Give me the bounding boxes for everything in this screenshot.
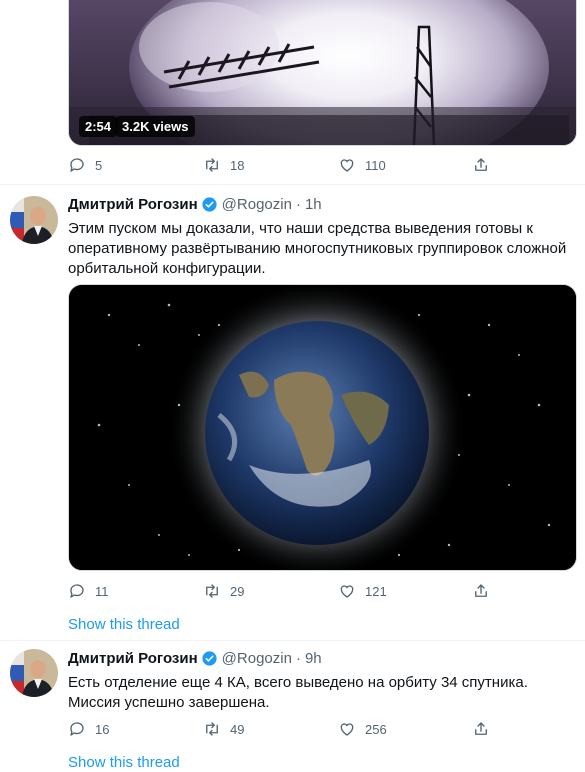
share-icon (475, 158, 487, 171)
retweet-icon (206, 722, 218, 736)
author-name[interactable]: Дмитрий Рогозин (68, 196, 198, 213)
share-icon (475, 722, 487, 735)
reply-button[interactable]: 16 (68, 720, 109, 738)
retweet-count: 29 (230, 583, 245, 599)
like-button[interactable]: 256 (338, 720, 387, 738)
heart-icon (340, 723, 354, 736)
tweet-timestamp[interactable]: 1h (305, 196, 322, 213)
reply-button[interactable]: 5 (68, 156, 102, 174)
share-icon (475, 584, 487, 597)
show-thread-link[interactable]: Show this thread (68, 754, 180, 771)
retweet-icon (206, 584, 218, 598)
share-button[interactable] (472, 582, 490, 600)
like-count: 110 (365, 157, 386, 173)
reply-count: 5 (95, 157, 103, 173)
image-media[interactable] (68, 284, 577, 571)
tweet-actions: 5 18 110 (68, 156, 488, 178)
like-button[interactable]: 110 (338, 156, 386, 174)
video-views-badge: 3.2K views (116, 116, 195, 137)
reply-icon (70, 158, 84, 172)
video-views: 3.2K views (122, 119, 189, 134)
reply-count: 16 (95, 721, 110, 737)
video-duration: 2:54 (85, 119, 112, 134)
like-count: 121 (365, 583, 387, 599)
video-duration-badge: 2:54 (79, 116, 118, 137)
author-handle[interactable]: @Rogozin (222, 196, 292, 213)
avatar[interactable] (10, 196, 58, 244)
avatar-portrait (10, 649, 58, 697)
author-name[interactable]: Дмитрий Рогозин (68, 650, 198, 667)
author-handle[interactable]: @Rogozin (222, 650, 292, 667)
avatar[interactable] (10, 649, 58, 697)
retweet-button[interactable]: 29 (203, 582, 244, 600)
like-button[interactable]: 121 (338, 582, 387, 600)
tweet-actions: 16 49 256 (68, 720, 488, 742)
retweet-count: 18 (230, 157, 245, 173)
tweet-header: Дмитрий Рогозин @Rogozin · 9h (68, 650, 322, 667)
tweet-text: Есть отделение еще 4 КА, всего выведено … (68, 674, 528, 711)
tweet-actions: 11 29 121 (68, 582, 488, 604)
video-media[interactable]: 2:54 3.2K views (68, 0, 577, 146)
retweet-count: 49 (230, 721, 245, 737)
show-thread-link[interactable]: Show this thread (68, 616, 180, 633)
avatar-portrait (10, 196, 58, 244)
reply-count: 11 (95, 583, 109, 599)
retweet-button[interactable]: 18 (203, 156, 244, 174)
separator-dot: · (295, 196, 301, 213)
tweet-header: Дмитрий Рогозин @Rogozin · 1h (68, 196, 322, 213)
retweet-icon (206, 158, 218, 172)
verified-badge-icon (202, 197, 217, 212)
heart-icon (340, 585, 354, 598)
retweet-button[interactable]: 49 (203, 720, 244, 738)
tweet-text: Этим пуском мы доказали, что наши средст… (68, 220, 567, 277)
verified-badge-icon (202, 651, 217, 666)
reply-button[interactable]: 11 (68, 582, 109, 600)
reply-icon (70, 584, 84, 598)
like-count: 256 (365, 721, 387, 737)
separator-dot: · (295, 650, 301, 667)
tweet-timestamp[interactable]: 9h (305, 650, 322, 667)
heart-icon (340, 159, 354, 172)
share-button[interactable] (472, 156, 490, 174)
share-button[interactable] (472, 720, 490, 738)
earth-debris-image (69, 285, 576, 570)
tweet-divider (0, 640, 585, 641)
tweet-divider (0, 184, 585, 185)
reply-icon (70, 722, 84, 736)
